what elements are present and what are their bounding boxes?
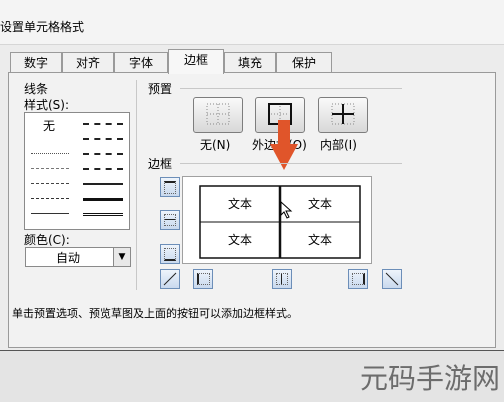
border-top-icon — [164, 181, 176, 194]
line-style-double[interactable] — [83, 213, 123, 216]
preset-inside-button[interactable] — [318, 97, 368, 133]
line-group-label: 线条 — [24, 82, 49, 96]
chevron-down-icon[interactable]: ▼ — [113, 248, 130, 266]
line-style-dash[interactable] — [31, 198, 69, 199]
tab-alignment[interactable]: 对齐 — [62, 52, 114, 73]
tab-fill[interactable]: 填充 — [224, 52, 276, 73]
diagonal-up-icon — [163, 272, 177, 286]
tab-border[interactable]: 边框 — [168, 49, 224, 74]
tab-number[interactable]: 数字 — [10, 52, 62, 73]
border-group-label: 边框 — [148, 157, 173, 171]
presets-group-label: 预置 — [148, 82, 173, 96]
line-style-dash-dot[interactable] — [31, 183, 69, 184]
border-separator — [180, 163, 402, 164]
color-select-value: 自动 — [56, 251, 81, 265]
watermark: 元码手游网 — [359, 362, 500, 395]
border-bottom-button[interactable] — [160, 244, 180, 264]
line-style-list[interactable]: 无 — [24, 112, 130, 230]
preview-cell: 文本 — [307, 233, 332, 247]
line-style-medium-dash-dot-dot[interactable] — [83, 168, 123, 170]
tab-font[interactable]: 字体 — [114, 52, 168, 73]
tab-protection[interactable]: 保护 — [276, 52, 332, 73]
border-vertical-inside-button[interactable] — [272, 269, 292, 289]
presets-separator — [180, 88, 402, 89]
border-vertical-inside-icon — [276, 273, 288, 285]
border-horizontal-inside-icon — [164, 214, 176, 226]
line-style-thin[interactable] — [31, 213, 69, 214]
border-right-icon — [352, 273, 365, 285]
line-style-thick[interactable] — [83, 198, 123, 201]
border-right-button[interactable] — [348, 269, 368, 289]
color-label: 颜色(C): — [24, 233, 70, 247]
line-style-medium-dash[interactable] — [83, 153, 123, 155]
line-style-medium-dash-dot[interactable] — [83, 123, 123, 125]
line-style-label: 样式(S): — [24, 98, 70, 112]
border-preview[interactable]: 文本 文本 文本 文本 — [182, 176, 372, 264]
line-style-dotted[interactable] — [31, 153, 69, 154]
border-left-icon — [197, 273, 210, 285]
line-style-fine-dash[interactable] — [31, 168, 69, 169]
mouse-cursor-icon — [280, 201, 293, 219]
preset-inside-icon — [331, 103, 355, 125]
line-style-medium[interactable] — [83, 183, 123, 185]
dialog-titlebar: 设置单元格格式 — [0, 0, 504, 45]
color-select[interactable]: 自动 ▼ — [25, 247, 131, 267]
border-bottom-icon — [164, 248, 176, 261]
border-left-button[interactable] — [193, 269, 213, 289]
preset-none-label: 无(N) — [200, 138, 231, 152]
dialog-title: 设置单元格格式 — [0, 20, 85, 34]
preset-inside-label: 内部(I) — [320, 138, 357, 152]
preview-cell: 文本 — [227, 197, 252, 211]
border-horizontal-inside-button[interactable] — [160, 210, 180, 230]
help-text: 单击预置选项、预览草图及上面的按钮可以添加边框样式。 — [12, 307, 298, 320]
border-diagonal-up-button[interactable] — [160, 269, 180, 289]
preset-none-icon — [206, 103, 230, 125]
section-divider — [136, 80, 137, 290]
preset-none-button[interactable] — [193, 97, 243, 133]
border-top-button[interactable] — [160, 177, 180, 197]
preview-cell: 文本 — [227, 233, 252, 247]
line-style-slant-dash[interactable] — [83, 138, 123, 140]
border-diagonal-down-button[interactable] — [382, 269, 402, 289]
line-style-none[interactable]: 无 — [43, 117, 55, 134]
annotation-arrow-icon — [270, 120, 298, 170]
diagonal-down-icon — [385, 272, 399, 286]
